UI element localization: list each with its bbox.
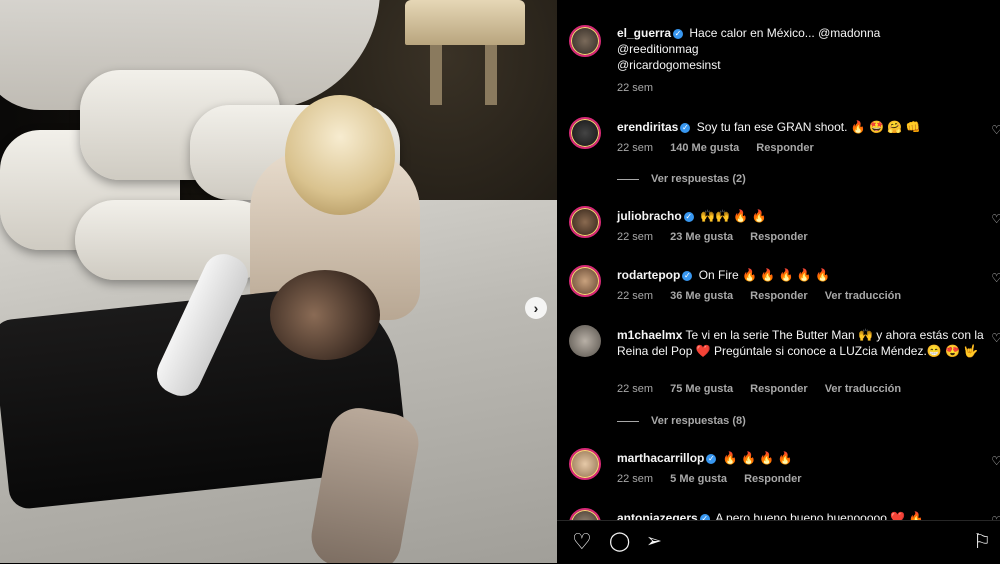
verified-icon: ✓ [680,122,691,133]
comments-list: el_guerra ✓ Hace calor en México... @mado… [557,0,1000,520]
woman-head [285,95,395,215]
heart-icon[interactable]: ♡ [991,123,1000,137]
likes-count[interactable]: 5 Me gusta [670,473,727,485]
heart-icon[interactable]: ♡ [991,271,1000,285]
reply-button[interactable]: Responder [750,290,807,302]
post-image: › [0,0,557,563]
timestamp: 22 sem [617,290,654,302]
chevron-right-icon: › [533,300,539,316]
comment-text: A pero bueno bueno buenooooo ❤️ 🔥 [715,511,924,520]
timestamp: 22 sem [617,82,654,94]
username[interactable]: juliobracho [617,209,682,223]
comment-icon[interactable]: ◯ [609,531,630,553]
post-actions-bar: ♡ ◯ ➢ ⚐ [557,520,1000,564]
avatar[interactable] [569,448,601,480]
comment-text: 🙌🙌 🔥 🔥 [700,209,767,223]
timestamp: 22 sem [617,142,654,154]
comment-text: On Fire 🔥 🔥 🔥 🔥 🔥 [698,268,831,282]
verified-icon: ✓ [682,270,693,281]
username[interactable]: m1chaelmx [617,328,682,342]
bookmark-icon[interactable]: ⚐ [973,531,991,553]
avatar[interactable] [569,508,601,520]
verified-icon: ✓ [706,453,717,464]
avatar[interactable] [569,117,601,149]
caption-mention[interactable]: @reeditionmag [617,42,699,56]
reply-button[interactable]: Responder [750,231,807,243]
likes-count[interactable]: 36 Me gusta [670,290,733,302]
avatar[interactable] [569,265,601,297]
caption-mention[interactable]: @ricardogomesinst [617,58,721,72]
lamp-base [430,45,442,105]
lamp [455,0,525,45]
username[interactable]: el_guerra [617,26,671,40]
next-image-button[interactable]: › [525,297,547,319]
comment-text: 🔥 🔥 🔥 🔥 [722,451,793,465]
username[interactable]: rodartepop [617,268,680,282]
avatar[interactable] [569,325,601,357]
comments-panel: el_guerra ✓ Hace calor en México... @mado… [557,0,1000,563]
translate-button[interactable]: Ver traducción [825,383,901,395]
share-icon[interactable]: ➢ [646,531,662,553]
likes-count[interactable]: 140 Me gusta [670,142,739,154]
comment-text: Soy tu fan ese GRAN shoot. 🔥 🤩 🤗 👊 [696,120,921,134]
verified-icon: ✓ [683,211,694,222]
view-replies[interactable]: Ver respuestas (2) [617,173,746,185]
like-heart-icon[interactable]: ♡ [572,531,592,553]
caption-line: Hace calor en México... @madonna [689,26,881,40]
reply-button[interactable]: Responder [756,142,813,154]
heart-icon[interactable]: ♡ [991,331,1000,345]
likes-count[interactable]: 75 Me gusta [670,383,733,395]
lamp-base [485,45,497,105]
timestamp: 22 sem [617,383,654,395]
avatar[interactable] [569,206,601,238]
avatar[interactable] [569,25,601,57]
username[interactable]: marthacarrillop [617,451,704,465]
timestamp: 22 sem [617,473,654,485]
translate-button[interactable]: Ver traducción [825,290,901,302]
verified-icon: ✓ [673,28,684,39]
reply-button[interactable]: Responder [750,383,807,395]
reply-button[interactable]: Responder [744,473,801,485]
likes-count[interactable]: 23 Me gusta [670,231,733,243]
view-replies[interactable]: Ver respuestas (8) [617,415,746,427]
heart-icon[interactable]: ♡ [991,454,1000,468]
username[interactable]: antoniazegers [617,511,698,520]
man-head [270,270,380,360]
username[interactable]: erendiritas [617,120,678,134]
timestamp: 22 sem [617,231,654,243]
heart-icon[interactable]: ♡ [991,212,1000,226]
